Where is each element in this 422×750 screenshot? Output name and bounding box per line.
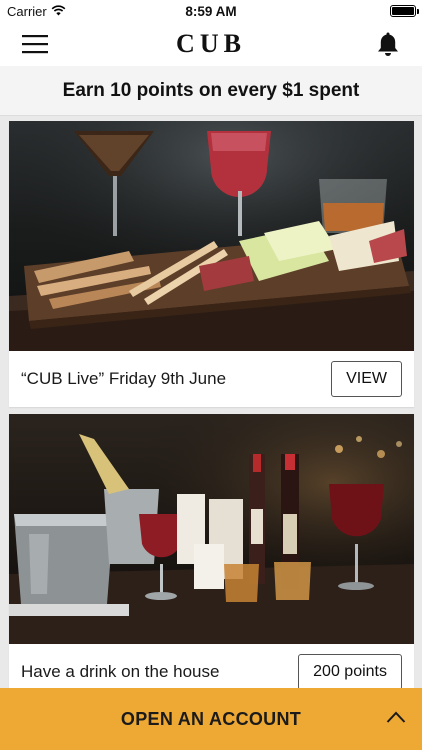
hamburger-menu-icon[interactable] xyxy=(20,29,50,59)
card-footer: “CUB Live” Friday 9th June VIEW xyxy=(9,351,414,407)
battery-icon xyxy=(390,5,419,17)
nav-bar: CUB xyxy=(0,22,422,66)
points-button[interactable]: 200 points xyxy=(298,654,402,688)
view-button[interactable]: VIEW xyxy=(331,361,402,397)
brand-logo: CUB xyxy=(176,29,246,58)
points-promo-banner: Earn 10 points on every $1 spent xyxy=(0,66,422,116)
card-footer: Have a drink on the house 200 points xyxy=(9,644,414,688)
reward-card[interactable]: Have a drink on the house 200 points xyxy=(9,414,414,688)
card-title: “CUB Live” Friday 9th June xyxy=(21,369,227,388)
food-platter-photo xyxy=(9,121,414,351)
status-left: Carrier xyxy=(7,4,66,19)
offers-feed[interactable]: “CUB Live” Friday 9th June VIEW Have a d… xyxy=(0,116,422,688)
card-title: Have a drink on the house xyxy=(21,662,220,681)
carrier-label: Carrier xyxy=(7,3,47,19)
status-bar: Carrier 8:59 AM xyxy=(0,0,422,22)
open-account-button[interactable]: OPEN AN ACCOUNT xyxy=(0,688,422,750)
event-card[interactable]: “CUB Live” Friday 9th June VIEW xyxy=(9,121,414,407)
open-account-label: OPEN AN ACCOUNT xyxy=(120,708,302,729)
bar-drinks-photo xyxy=(9,414,414,644)
bell-icon[interactable] xyxy=(373,29,403,59)
promo-text: Earn 10 points on every $1 spent xyxy=(62,79,360,101)
chevron-up-icon[interactable] xyxy=(386,710,406,729)
wifi-icon xyxy=(51,4,66,19)
